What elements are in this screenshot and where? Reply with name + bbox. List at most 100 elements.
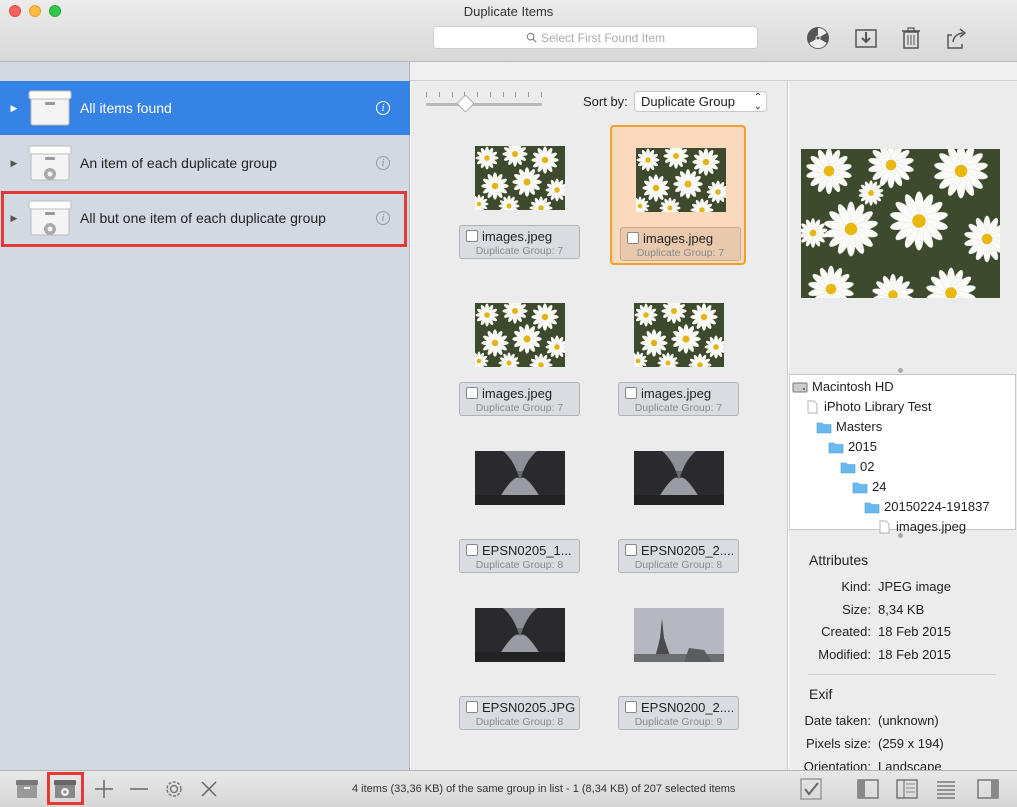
attribute-key: Pixels size: [805, 736, 871, 751]
close-icon[interactable] [196, 776, 222, 802]
path-item[interactable]: Macintosh HD [792, 379, 894, 394]
hard-disk-icon [792, 382, 808, 392]
path-label: 24 [872, 479, 887, 494]
sidebar-item-label: All but one item of each duplicate group [80, 210, 326, 226]
sidebar-right-icon[interactable] [975, 776, 1001, 802]
thumbnail-image[interactable] [634, 608, 724, 662]
trash-icon[interactable] [897, 24, 925, 52]
attributes-heading: Attributes [809, 552, 869, 568]
image-preview [801, 149, 1000, 298]
path-item[interactable]: iPhoto Library Test [804, 399, 931, 414]
select-checkbox[interactable] [625, 701, 637, 713]
split-handle[interactable] [898, 368, 903, 373]
file-name: images.jpeg [482, 229, 553, 244]
path-item[interactable]: 2015 [828, 439, 877, 454]
import-icon[interactable] [852, 24, 880, 52]
add-icon[interactable] [91, 776, 117, 802]
info-icon[interactable]: i [376, 101, 390, 115]
sort-by-value: Duplicate Group [641, 94, 735, 109]
exif-heading: Exif [809, 686, 833, 702]
archive-tools-icon[interactable] [14, 776, 40, 802]
grid-item[interactable]: EPSN0205.JPG Duplicate Group: 8 [459, 598, 581, 734]
file-name: images.jpeg [641, 386, 712, 401]
info-icon[interactable]: i [376, 211, 390, 225]
folder-icon [816, 422, 832, 433]
select-checkbox[interactable] [466, 544, 478, 556]
file-name: EPSN0205_1... [482, 543, 572, 558]
path-item[interactable]: 02 [840, 459, 874, 474]
disclosure-triangle-icon[interactable]: ▶ [0, 158, 28, 169]
search-icon [526, 32, 537, 43]
grid-item[interactable]: EPSN0200_2.... Duplicate Group: 9 [618, 598, 740, 734]
select-checkbox[interactable] [627, 232, 639, 244]
folder-icon [840, 462, 856, 473]
window-title: Duplicate Items [463, 4, 554, 19]
select-checkbox[interactable] [625, 544, 637, 556]
grid-item[interactable]: images.jpeg Duplicate Group: 7 [618, 284, 740, 420]
disclosure-triangle-icon[interactable]: ▶ [0, 213, 28, 224]
select-checkbox[interactable] [466, 387, 478, 399]
item-caption: EPSN0205_1... Duplicate Group: 8 [459, 539, 580, 573]
daisy-preview-image [801, 149, 1000, 298]
sidebar-left-icon[interactable] [855, 776, 881, 802]
sort-by-select[interactable]: Duplicate Group ⌃ ⌄ [634, 91, 767, 112]
item-caption: images.jpeg Duplicate Group: 7 [620, 227, 741, 261]
attribute-key: Kind: [841, 579, 871, 594]
group-label: Duplicate Group: 9 [634, 716, 723, 728]
path-label: 20150224-191837 [884, 499, 990, 514]
sidebar-item-all-items[interactable]: ▶ All items found i [0, 81, 410, 135]
select-checkbox[interactable] [466, 230, 478, 242]
thumbnail-image[interactable] [634, 303, 724, 367]
item-caption: EPSN0200_2.... Duplicate Group: 9 [618, 696, 739, 730]
title-bar: Duplicate Items Select First Found Item [0, 0, 1017, 62]
path-item[interactable]: images.jpeg [876, 519, 966, 534]
disclosure-triangle-icon[interactable]: ▶ [0, 103, 28, 114]
path-item[interactable]: 20150224-191837 [864, 499, 990, 514]
thumbnail-image[interactable] [636, 148, 726, 212]
path-item[interactable]: Masters [816, 419, 882, 434]
document-icon [807, 400, 818, 413]
gear-icon[interactable] [161, 776, 187, 802]
thumbnail-size-ticks [426, 92, 542, 98]
grid-item[interactable]: EPSN0205_1... Duplicate Group: 8 [459, 441, 581, 577]
group-label: Duplicate Group: 8 [475, 559, 564, 571]
grid-item[interactable]: images.jpeg Duplicate Group: 7 [459, 127, 581, 263]
sidebar-item-each-group[interactable]: ▶ An item of each duplicate group i [0, 136, 410, 190]
item-caption: images.jpeg Duplicate Group: 7 [459, 225, 580, 259]
group-label: Duplicate Group: 8 [475, 716, 564, 728]
attribute-value: JPEG image [878, 579, 951, 594]
remove-icon[interactable] [126, 776, 152, 802]
file-name: images.jpeg [482, 386, 553, 401]
search-field[interactable]: Select First Found Item [433, 26, 758, 49]
split-handle[interactable] [898, 533, 903, 538]
path-label: images.jpeg [896, 519, 967, 534]
share-icon[interactable] [942, 24, 970, 52]
sidebar-item-all-but-one[interactable]: ▶ All but one item of each duplicate gro… [0, 191, 410, 245]
grid-item[interactable]: images.jpeg Duplicate Group: 7 [610, 125, 746, 265]
thumbnail-size-slider[interactable] [426, 103, 542, 106]
attribute-key: Created: [821, 624, 871, 639]
archive-gear-icon [28, 145, 72, 181]
sidebar-item-label: An item of each duplicate group [80, 155, 277, 171]
stepper-chevron-icon: ⌃ ⌄ [753, 92, 762, 112]
grid-item[interactable]: EPSN0205_2.... Duplicate Group: 8 [618, 441, 740, 577]
path-label: 2015 [848, 439, 877, 454]
thumbnail-image[interactable] [475, 303, 565, 367]
info-icon[interactable]: i [376, 156, 390, 170]
grid-item[interactable]: images.jpeg Duplicate Group: 7 [459, 284, 581, 420]
layout-columns-icon[interactable] [894, 776, 920, 802]
select-checkbox[interactable] [625, 387, 637, 399]
checkmark-icon[interactable] [798, 776, 824, 802]
list-view-icon[interactable] [933, 776, 959, 802]
thumbnail-image[interactable] [475, 608, 565, 662]
status-text: 4 items (33,36 KB) of the same group in … [352, 783, 736, 795]
thumbnail-image[interactable] [475, 451, 565, 505]
folder-icon [864, 502, 880, 513]
file-name: EPSN0205_2.... [641, 543, 735, 558]
thumbnail-image[interactable] [634, 451, 724, 505]
radiation-icon[interactable] [804, 24, 832, 52]
thumbnail-image[interactable] [475, 146, 565, 210]
sidebar-item-label: All items found [80, 100, 172, 116]
select-checkbox[interactable] [466, 701, 478, 713]
path-item[interactable]: 24 [852, 479, 886, 494]
